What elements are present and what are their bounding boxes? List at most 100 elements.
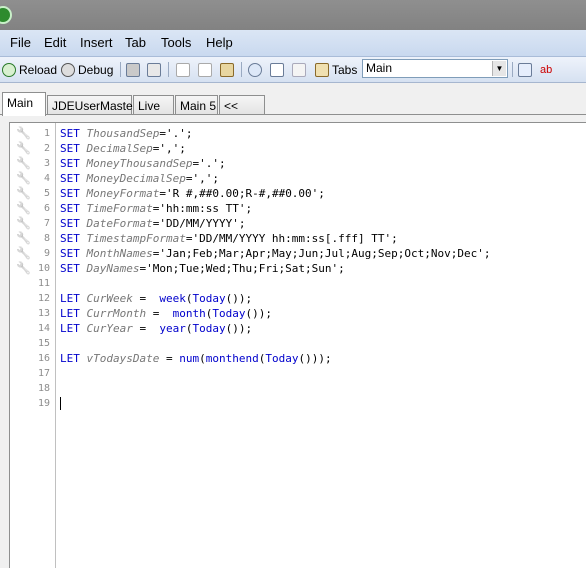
script-tab-strip: Main JDEUserMaster Live Main 5 << END bbox=[0, 83, 586, 127]
text-cursor bbox=[60, 397, 61, 410]
wrench-icon: 🔧 bbox=[16, 171, 31, 185]
reload-button[interactable]: Reload bbox=[2, 60, 57, 79]
line-number: 2 bbox=[43, 143, 50, 154]
toolbar-divider bbox=[241, 62, 242, 77]
code-line: SET MonthNames='Jan;Feb;Mar;Apr;May;Jun;… bbox=[60, 247, 491, 260]
tabs-label: Tabs bbox=[332, 62, 358, 77]
line-number: 13 bbox=[37, 308, 50, 319]
line-number: 6 bbox=[43, 203, 50, 214]
toolbar: Reload Debug Tabs Main ▼ ab bbox=[0, 57, 586, 83]
menu-tab[interactable]: Tab bbox=[125, 35, 146, 50]
toolbar-divider bbox=[512, 62, 513, 77]
reload-icon bbox=[2, 62, 16, 77]
find-button[interactable] bbox=[248, 60, 265, 79]
wrench-icon: 🔧 bbox=[16, 216, 31, 230]
tabs-icon bbox=[315, 62, 329, 77]
script-editor: 1 🔧 2 🔧 3 🔧 4 🔧 5 🔧 6 🔧 7 🔧 8 🔧 9 🔧 10 🔧 11 12 13 14 15 16 17 18 19 … bbox=[0, 114, 586, 568]
back-icon bbox=[292, 62, 306, 77]
folder-icon bbox=[270, 62, 284, 77]
line-number: 1 bbox=[43, 128, 50, 139]
wrench-icon: 🔧 bbox=[16, 201, 31, 215]
debug-label: Debug bbox=[78, 62, 114, 77]
line-number: 15 bbox=[37, 338, 50, 349]
debug-button[interactable]: Debug bbox=[61, 60, 113, 79]
folder-button[interactable] bbox=[270, 60, 287, 79]
line-number: 10 bbox=[37, 263, 50, 274]
tab-end[interactable]: << END bbox=[219, 95, 265, 127]
tabs-button[interactable]: Tabs bbox=[315, 60, 357, 79]
code-line: SET MoneyDecimalSep=','; bbox=[60, 172, 219, 185]
cut-button[interactable] bbox=[176, 60, 193, 79]
line-number: 16 bbox=[37, 353, 50, 364]
code-area[interactable]: SET ThousandSep='.'; SET DecimalSep=','; S… bbox=[56, 123, 586, 568]
code-line: SET ThousandSep='.'; bbox=[60, 127, 193, 140]
app-icon bbox=[0, 6, 12, 24]
wrench-icon: 🔧 bbox=[16, 126, 31, 140]
window-title-bar bbox=[0, 0, 586, 30]
print-button[interactable] bbox=[147, 60, 164, 79]
wrench-icon: 🔧 bbox=[16, 246, 31, 260]
line-number: 3 bbox=[43, 158, 50, 169]
code-line: SET MoneyThousandSep='.'; bbox=[60, 157, 226, 170]
code-line: LET vTodaysDate = num(monthend(Today()))… bbox=[60, 352, 332, 365]
line-number: 4 bbox=[43, 173, 50, 184]
code-line: SET DecimalSep=','; bbox=[60, 142, 186, 155]
wrench-icon: 🔧 bbox=[16, 261, 31, 275]
syntax-check-icon: ab bbox=[540, 63, 553, 76]
menu-file[interactable]: File bbox=[10, 35, 31, 50]
copy-icon bbox=[198, 62, 212, 77]
menu-bar: File Edit Insert Tab Tools Help bbox=[0, 30, 586, 57]
wrench-icon: 🔧 bbox=[16, 186, 31, 200]
line-number: 11 bbox=[37, 278, 50, 289]
tab-main-5[interactable]: Main 5 bbox=[175, 95, 218, 115]
back-button[interactable] bbox=[292, 60, 309, 79]
code-line: SET MoneyFormat='R #,##0.00;R-#,##0.00'; bbox=[60, 187, 325, 200]
copy-button[interactable] bbox=[198, 60, 215, 79]
menu-edit[interactable]: Edit bbox=[44, 35, 66, 50]
menu-help[interactable]: Help bbox=[206, 35, 233, 50]
line-number: 7 bbox=[43, 218, 50, 229]
wrench-icon: 🔧 bbox=[16, 141, 31, 155]
tab-select[interactable]: Main ▼ bbox=[362, 59, 508, 78]
line-number: 8 bbox=[43, 233, 50, 244]
search-icon bbox=[248, 62, 262, 77]
wrench-icon: 🔧 bbox=[16, 156, 31, 170]
print-icon bbox=[147, 62, 161, 77]
toolbar-divider bbox=[168, 62, 169, 77]
cut-icon bbox=[176, 62, 190, 77]
code-line: SET DayNames='Mon;Tue;Wed;Thu;Fri;Sat;Su… bbox=[60, 262, 345, 275]
line-number: 17 bbox=[37, 368, 50, 379]
toolbar-divider bbox=[120, 62, 121, 77]
table-viewer-icon bbox=[518, 62, 532, 77]
bug-icon bbox=[61, 62, 75, 77]
editor-frame: 1 🔧 2 🔧 3 🔧 4 🔧 5 🔧 6 🔧 7 🔧 8 🔧 9 🔧 10 🔧 11 12 13 14 15 16 17 18 19 … bbox=[9, 122, 586, 568]
tab-live[interactable]: Live bbox=[133, 95, 174, 115]
line-number: 14 bbox=[37, 323, 50, 334]
code-line: SET DateFormat='DD/MM/YYYY'; bbox=[60, 217, 246, 230]
code-line: LET CurWeek = week(Today()); bbox=[60, 292, 253, 305]
line-number: 19 bbox=[37, 398, 50, 409]
table-viewer-button[interactable] bbox=[518, 60, 535, 79]
wrench-icon: 🔧 bbox=[16, 231, 31, 245]
tab-jdeusermaster[interactable]: JDEUserMaster bbox=[47, 95, 137, 115]
tab-select-value: Main bbox=[366, 61, 393, 75]
save-icon bbox=[126, 62, 140, 77]
line-number: 12 bbox=[37, 293, 50, 304]
tab-main[interactable]: Main bbox=[2, 92, 46, 116]
code-line: SET TimestampFormat='DD/MM/YYYY hh:mm:ss… bbox=[60, 232, 398, 245]
paste-button[interactable] bbox=[220, 60, 237, 79]
paste-icon bbox=[220, 62, 234, 77]
code-line: LET CurrMonth = month(Today()); bbox=[60, 307, 272, 320]
line-number-gutter: 1 🔧 2 🔧 3 🔧 4 🔧 5 🔧 6 🔧 7 🔧 8 🔧 9 🔧 10 🔧 11 12 13 14 15 16 17 18 19 bbox=[10, 123, 56, 568]
reload-label: Reload bbox=[19, 62, 58, 77]
line-number: 5 bbox=[43, 188, 50, 199]
syntax-check-button[interactable]: ab bbox=[540, 60, 557, 79]
chevron-down-icon[interactable]: ▼ bbox=[492, 61, 506, 76]
menu-insert[interactable]: Insert bbox=[80, 35, 113, 50]
save-button[interactable] bbox=[126, 60, 143, 79]
menu-tools[interactable]: Tools bbox=[161, 35, 191, 50]
code-line: SET TimeFormat='hh:mm:ss TT'; bbox=[60, 202, 253, 215]
line-number: 18 bbox=[37, 383, 50, 394]
code-line: LET CurYear = year(Today()); bbox=[60, 322, 253, 335]
line-number: 9 bbox=[43, 248, 50, 259]
